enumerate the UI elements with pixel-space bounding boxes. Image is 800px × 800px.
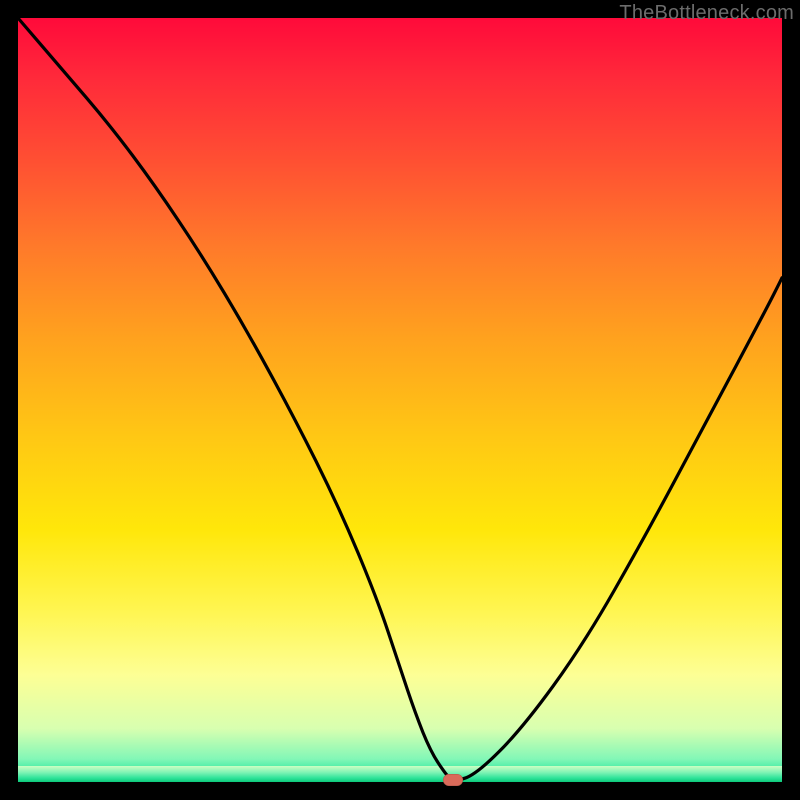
minimum-marker bbox=[443, 774, 463, 786]
curve-svg bbox=[18, 18, 782, 782]
watermark-text: TheBottleneck.com bbox=[619, 2, 794, 25]
chart-frame: TheBottleneck.com bbox=[0, 0, 800, 800]
bottleneck-curve-path bbox=[18, 18, 782, 780]
